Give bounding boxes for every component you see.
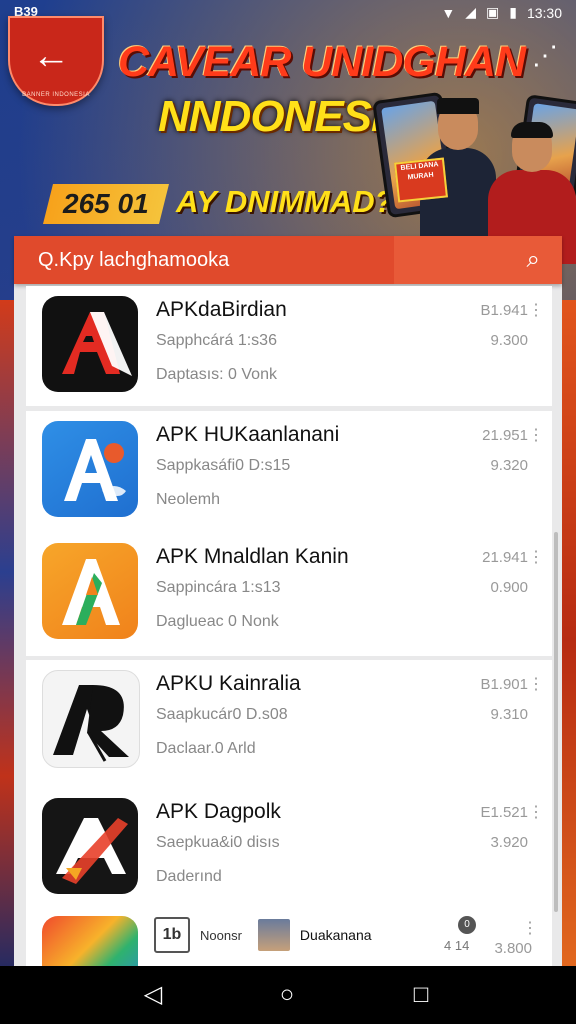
badge: 0: [458, 916, 476, 934]
app-meta: Neolemh: [156, 491, 221, 508]
promo-text: AY DNIMMAD?: [176, 184, 394, 219]
app-subtitle: Sappkasáfi0 D:s15: [156, 457, 291, 474]
share-icon[interactable]: ⋰: [532, 40, 558, 71]
app-subtitle: Sappincára 1:s13: [156, 579, 281, 596]
app-count: E1.521: [480, 804, 528, 821]
bottom-num: 4 14: [444, 938, 470, 953]
list-item[interactable]: APK HUKaanlanani Sappkasáfi0 D:s15 Neole…: [26, 411, 552, 531]
search-input[interactable]: Q.Kpy lachghamooka: [38, 249, 229, 272]
status-time-right: 13:30: [526, 4, 562, 21]
app-icon: [42, 421, 138, 517]
app-size: 9.320: [490, 457, 528, 474]
avatar: [257, 919, 290, 951]
search-bar[interactable]: Q.Kpy lachghamooka ⌕: [14, 236, 562, 284]
app-card: APKdaBirdian Sapphcárá 1:s36 Daptasıs: 0…: [26, 286, 552, 406]
app-title: APKdaBirdian: [156, 298, 287, 321]
back-arrow-icon: ←: [32, 35, 70, 77]
app-size: 9.300: [490, 332, 528, 349]
scrollbar[interactable]: [554, 532, 558, 912]
more-options-icon[interactable]: ⋮: [522, 918, 538, 938]
app-card: APK HUKaanlanani Sappkasáfi0 D:s15 Neole…: [26, 411, 552, 656]
app-meta: Daderınd: [156, 868, 222, 885]
more-options-icon[interactable]: ⋮: [528, 802, 544, 822]
app-meta: Daclaar.0 Arld: [156, 740, 256, 757]
bottom-row: 1b Noonsr Duakanana 0 4 14: [154, 910, 476, 960]
nav-back-icon[interactable]: ◁: [138, 980, 168, 1010]
app-subtitle: Saepkua&i0 disıs: [156, 834, 280, 851]
more-options-icon[interactable]: ⋮: [528, 300, 544, 320]
signal-icon: ◢: [465, 4, 476, 20]
back-badge-text: BANNER INDONESIA: [22, 92, 90, 98]
app-icon: [42, 916, 138, 966]
app-count: 21.941: [482, 549, 528, 566]
app-meta: Daglueac 0 Nonk: [156, 613, 279, 630]
app-icon: [42, 670, 140, 768]
app-count: 21.951: [482, 427, 528, 444]
list-item[interactable]: APK Dagpolk Saepkua&i0 disıs Daderınd E1…: [26, 788, 552, 908]
nav-home-icon[interactable]: ○: [272, 980, 302, 1010]
search-icon[interactable]: ⌕: [527, 246, 540, 274]
banner-person-2: [488, 122, 576, 264]
app-count: B1.941: [480, 302, 528, 319]
wifi-icon: ▼: [441, 4, 456, 21]
box-icon: 1b: [154, 917, 190, 953]
nav-recents-icon[interactable]: □: [406, 980, 436, 1010]
app-meta: Daptasıs: 0 Vonk: [156, 366, 277, 383]
app-size: 9.310: [490, 706, 528, 723]
app-icon: [42, 798, 138, 894]
list-item[interactable]: APKdaBirdian Sapphcárá 1:s36 Daptasıs: 0…: [26, 286, 552, 406]
app-size: 3.920: [490, 834, 528, 851]
app-icon: [42, 543, 138, 639]
bottom-label: Noonsr: [200, 927, 242, 943]
app-size: 0.900: [490, 579, 528, 596]
system-nav-bar: ◁ ○ □: [0, 966, 576, 1024]
app-list-panel: Q.Kpy lachghamooka ⌕ APKdaBirdian Sapphc…: [14, 236, 562, 966]
app-subtitle: Sapphcárá 1:s36: [156, 332, 277, 349]
promo-number: 265 01: [43, 184, 169, 224]
app-icon: [42, 296, 138, 392]
battery-icon: ▮: [509, 4, 517, 20]
app-title: APK Mnaldlan Kanin: [156, 545, 349, 568]
bottom-size: 3.800: [494, 940, 532, 957]
back-button[interactable]: ← BANNER INDONESIA: [8, 16, 104, 106]
app-title: APK HUKaanlanani: [156, 423, 340, 446]
bottom-avatar-label: Duakanana: [299, 927, 372, 943]
app-title: APK Dagpolk: [156, 800, 281, 823]
more-options-icon[interactable]: ⋮: [528, 547, 544, 567]
list-item[interactable]: APK Mnaldlan Kanin Sappincára 1:s13 Dagl…: [26, 533, 552, 653]
app-count: B1.901: [480, 676, 528, 693]
app-subtitle: Saapkucár0 D.s08: [156, 706, 288, 723]
more-options-icon[interactable]: ⋮: [528, 674, 544, 694]
banner-headline-1: CAVEAR UNIDGHAN: [118, 38, 526, 86]
more-options-icon[interactable]: ⋮: [528, 425, 544, 445]
status-icons: ▼ ◢ ▣ ▮ 13:30: [441, 4, 562, 21]
list-item[interactable]: APKU Kainralia Saapkucár0 D.s08 Daclaar.…: [26, 660, 552, 780]
banner-poster: BELI DANA MURAH: [394, 157, 448, 203]
notification-icon: ▣: [486, 4, 500, 20]
app-title: APKU Kainralia: [156, 672, 301, 695]
